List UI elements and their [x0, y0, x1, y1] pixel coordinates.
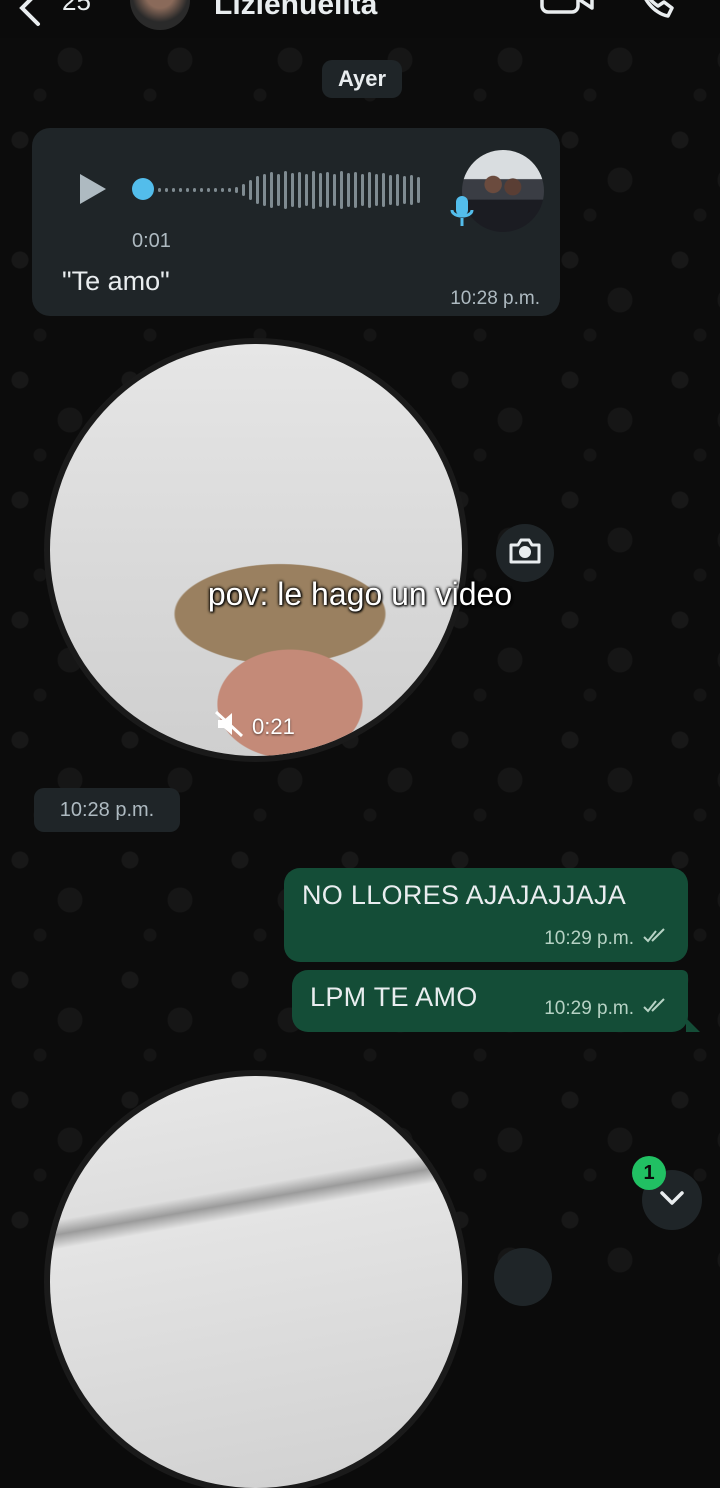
video-duration-indicator: 0:21 [214, 710, 295, 744]
bubble-tail [686, 1018, 700, 1032]
video-note-message[interactable] [50, 1076, 462, 1488]
video-note-message[interactable]: 0:21 [50, 344, 462, 756]
day-separator: Ayer [322, 60, 402, 98]
video-note-frame [50, 344, 462, 756]
microphone-icon [450, 194, 474, 235]
message-timestamp: 10:29 p.m. [544, 928, 634, 949]
play-icon[interactable] [76, 172, 108, 211]
voice-call-icon[interactable] [636, 0, 676, 25]
message-timestamp: 10:28 p.m. [450, 288, 540, 309]
video-note-frame [50, 1076, 462, 1488]
camera-icon [508, 537, 542, 570]
camera-reply-button[interactable] [494, 1248, 552, 1306]
video-call-icon[interactable] [540, 0, 594, 21]
chevron-down-icon [659, 1190, 685, 1211]
incoming-audio-message[interactable]: 0:01 "Te amo" 10:28 p.m. [32, 128, 560, 316]
video-duration: 0:21 [252, 714, 295, 739]
video-note-timestamp: 10:28 p.m. [34, 788, 180, 832]
unread-badge: 1 [632, 1156, 666, 1190]
audio-progress-handle[interactable] [132, 178, 154, 200]
camera-reply-button[interactable] [496, 524, 554, 582]
audio-waveform[interactable] [158, 168, 428, 217]
read-receipt-icon [642, 998, 670, 1020]
outgoing-message[interactable]: LPM TE AMO 10:29 p.m. [292, 970, 700, 1032]
audio-transcript: "Te amo" [62, 266, 170, 296]
contact-name[interactable]: Lizienuelita [214, 0, 377, 22]
message-text: LPM TE AMO [310, 982, 478, 1012]
audio-duration: 0:01 [132, 230, 171, 252]
sender-avatar [462, 150, 544, 232]
contact-avatar[interactable] [130, 0, 190, 30]
muted-speaker-icon [214, 710, 244, 744]
back-unread-count[interactable]: 25 [62, 0, 91, 17]
back-arrow-icon[interactable] [14, 0, 44, 35]
message-text: NO LLORES AJAJAJJAJA [302, 880, 627, 910]
chat-header: 25 Lizienuelita [0, 0, 720, 38]
outgoing-message[interactable]: NO LLORES AJAJAJJAJA 10:29 p.m. [284, 868, 688, 962]
message-timestamp: 10:29 p.m. [544, 998, 634, 1019]
video-overlay-caption: pov: le hago un video [207, 576, 513, 612]
read-receipt-icon [642, 928, 670, 950]
